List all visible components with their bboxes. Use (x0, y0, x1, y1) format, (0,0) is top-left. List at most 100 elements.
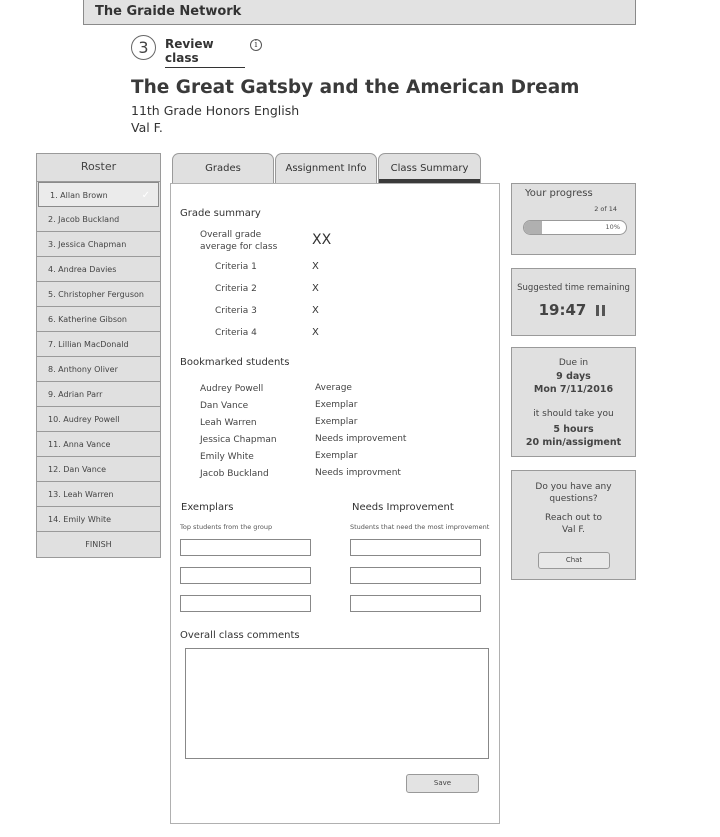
time-label: Suggested time remaining (517, 283, 630, 293)
finish-button[interactable]: FINISH (37, 532, 160, 557)
roster-item-label: 14. Emily White (48, 515, 112, 524)
tab-grades[interactable]: Grades (172, 153, 274, 183)
roster-title: Roster (37, 154, 160, 182)
roster-item[interactable]: 2. Jacob Buckland (37, 207, 160, 232)
needs-improvement-input[interactable] (350, 595, 481, 612)
due-date: Mon 7/11/2016 (533, 384, 614, 395)
roster-item[interactable]: 1. Allan Brown ✓ (38, 182, 159, 207)
criteria-label: Criteria 3 (215, 306, 257, 316)
roster-item[interactable]: 3. Jessica Chapman (37, 232, 160, 257)
page-title: The Great Gatsby and the American Dream (131, 77, 580, 98)
roster-item-label: 4. Andrea Davies (48, 265, 117, 274)
roster-item-label: 8. Anthony Oliver (48, 365, 118, 374)
roster-item[interactable]: 9. Adrian Parr (37, 382, 160, 407)
criteria-value: X (312, 283, 319, 294)
roster-item[interactable]: 13. Leah Warren (37, 482, 160, 507)
exemplar-input[interactable] (180, 539, 311, 556)
bookmarked-status: Exemplar (315, 417, 358, 427)
due-days: 9 days (556, 371, 591, 382)
roster-item[interactable]: 8. Anthony Oliver (37, 357, 160, 382)
roster-item-label: 9. Adrian Parr (48, 390, 103, 399)
criteria-value: X (312, 327, 319, 338)
estimated-hours: 5 hours (553, 424, 594, 435)
class-name: 11th Grade Honors English (131, 103, 300, 118)
bookmarked-student[interactable]: Dan Vance (200, 401, 248, 411)
criteria-label: Criteria 1 (215, 262, 257, 272)
help-contact-name: Val F. (562, 525, 585, 535)
top-bar: The Graide Network (83, 0, 636, 25)
overall-grade-label: Overall grade (200, 230, 262, 240)
roster-item-label: 5. Christopher Ferguson (48, 290, 144, 299)
step-label[interactable]: Review class (165, 37, 245, 68)
needs-improvement-input[interactable] (350, 567, 481, 584)
roster-panel: Roster 1. Allan Brown ✓ 2. Jacob Buckland… (36, 153, 161, 558)
roster-item-label: 3. Jessica Chapman (48, 240, 127, 249)
roster-item-label: 7. Lillian MacDonald (48, 340, 129, 349)
criteria-value: X (312, 305, 319, 316)
timer-value: 19:47 (538, 301, 587, 319)
should-take-label: it should take you (533, 409, 614, 419)
bookmarked-status: Needs improvment (315, 468, 401, 478)
class-summary-panel: Grade summary Overall grade average for … (170, 183, 500, 824)
comments-textarea[interactable] (185, 648, 489, 759)
progress-fill (524, 221, 543, 234)
roster-item-label: 12. Dan Vance (48, 465, 107, 474)
roster-item[interactable]: 7. Lillian MacDonald (37, 332, 160, 357)
info-icon[interactable]: i (250, 39, 262, 51)
tab-assignment-info[interactable]: Assignment Info (275, 153, 377, 183)
due-label: Due in (558, 358, 589, 368)
exemplars-title: Exemplars (181, 502, 234, 513)
help-card: Do you have any questions? Reach out to … (511, 470, 636, 580)
roster-item-label: 1. Allan Brown (50, 191, 108, 200)
roster-item-label: 13. Leah Warren (48, 490, 114, 499)
bookmarked-status: Needs improvement (315, 434, 407, 444)
roster-item-label: 11. Anna Vance (48, 440, 111, 449)
help-question: Do you have any (535, 482, 612, 492)
tab-class-summary[interactable]: Class Summary (378, 153, 481, 183)
needs-improvement-hint: Students that need the most improvement (350, 523, 490, 531)
roster-item[interactable]: 5. Christopher Ferguson (37, 282, 160, 307)
bookmarked-status: Exemplar (315, 400, 358, 410)
needs-improvement-input[interactable] (350, 539, 481, 556)
progress-card: Your progress 2 of 14 10% (511, 183, 636, 255)
exemplar-input[interactable] (180, 567, 311, 584)
app-title: The Graide Network (95, 4, 242, 19)
help-reach-out: Reach out to (544, 513, 603, 523)
needs-improvement-title: Needs Improvement (352, 502, 454, 513)
teacher-name: Val F. (131, 120, 163, 135)
bookmarked-student[interactable]: Audrey Powell (200, 384, 263, 394)
bookmarked-student[interactable]: Emily White (200, 452, 254, 462)
bookmarked-student[interactable]: Leah Warren (200, 418, 257, 428)
due-card: Due in 9 days Mon 7/11/2016 it should ta… (511, 347, 636, 457)
chat-button[interactable]: Chat (538, 552, 610, 569)
bookmarked-status: Average (315, 383, 352, 393)
check-icon: ✓ (141, 190, 150, 201)
criteria-label: Criteria 4 (215, 328, 257, 338)
progress-count: 2 of 14 (594, 205, 617, 213)
progress-bar: 10% (523, 220, 627, 235)
roster-item[interactable]: 6. Katherine Gibson (37, 307, 160, 332)
exemplars-hint: Top students from the group (180, 523, 273, 531)
roster-item[interactable]: 10. Audrey Powell (37, 407, 160, 432)
roster-item[interactable]: 4. Andrea Davies (37, 257, 160, 282)
roster-item-label: 2. Jacob Buckland (48, 215, 120, 224)
criteria-label: Criteria 2 (215, 284, 257, 294)
overall-grade-value: XX (312, 232, 332, 248)
exemplar-input[interactable] (180, 595, 311, 612)
bookmarked-status: Exemplar (315, 451, 358, 461)
bookmarked-student[interactable]: Jacob Buckland (200, 469, 269, 479)
pause-icon[interactable] (596, 302, 608, 320)
roster-item[interactable]: 14. Emily White (37, 507, 160, 532)
roster-item[interactable]: 11. Anna Vance (37, 432, 160, 457)
criteria-value: X (312, 261, 319, 272)
progress-title: Your progress (525, 188, 593, 199)
grade-summary-title: Grade summary (180, 208, 261, 219)
timer: 19:47 (512, 301, 635, 320)
bookmarked-student[interactable]: Jessica Chapman (200, 435, 277, 445)
save-button[interactable]: Save (406, 774, 479, 793)
roster-item-label: 6. Katherine Gibson (48, 315, 127, 324)
comments-title: Overall class comments (180, 630, 300, 641)
roster-item-label: 10. Audrey Powell (48, 415, 120, 424)
overall-grade-label: average for class (200, 242, 278, 252)
roster-item[interactable]: 12. Dan Vance (37, 457, 160, 482)
